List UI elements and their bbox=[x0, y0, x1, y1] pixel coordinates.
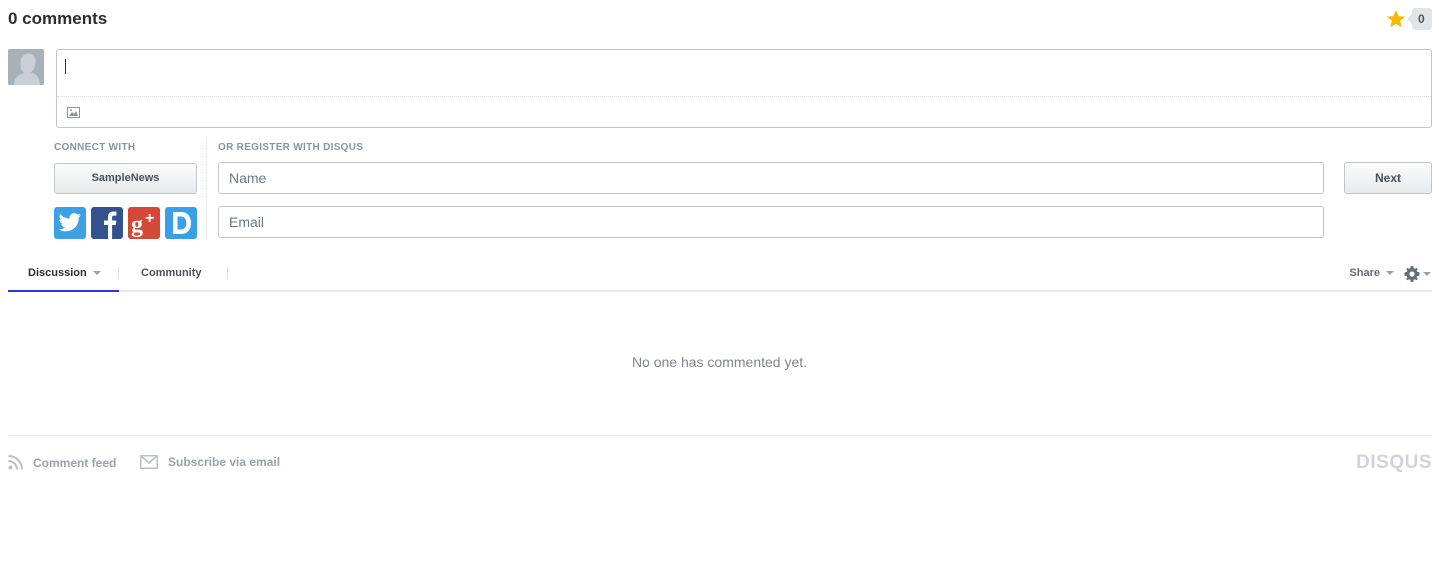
share-menu[interactable]: Share bbox=[1349, 256, 1394, 290]
tab-separator bbox=[227, 267, 228, 279]
name-field[interactable] bbox=[218, 162, 1324, 194]
share-label: Share bbox=[1349, 267, 1380, 279]
tab-discussion[interactable]: Discussion bbox=[8, 256, 119, 292]
user-avatar bbox=[8, 49, 44, 85]
empty-thread-message: No one has commented yet. bbox=[631, 354, 808, 370]
comment-textarea[interactable] bbox=[57, 50, 1431, 96]
thread-nav: Discussion Community Share bbox=[8, 256, 1432, 292]
comment-count: 0 comments bbox=[8, 9, 108, 28]
twitter-icon bbox=[58, 213, 81, 232]
subscribe-email-label: Subscribe via email bbox=[168, 455, 281, 469]
tab-separator bbox=[118, 267, 119, 279]
star-icon[interactable] bbox=[1386, 9, 1406, 29]
envelope-icon bbox=[140, 455, 158, 469]
gear-icon bbox=[1404, 266, 1420, 282]
section-divider bbox=[206, 141, 207, 240]
disqus-logo[interactable]: DISQUS bbox=[1356, 452, 1432, 474]
text-caret bbox=[65, 59, 66, 74]
chevron-down-icon bbox=[1423, 272, 1431, 276]
email-field[interactable] bbox=[218, 206, 1324, 238]
register-label: OR REGISTER WITH DISQUS bbox=[218, 142, 364, 153]
chevron-down-icon bbox=[1386, 271, 1394, 276]
disqus-icon bbox=[173, 212, 191, 234]
svg-text:+: + bbox=[145, 210, 154, 227]
chevron-down-icon bbox=[92, 271, 101, 276]
subscribe-email-link[interactable]: Subscribe via email bbox=[140, 455, 280, 469]
comment-feed-label: Comment feed bbox=[33, 455, 117, 470]
recommend-count: 0 bbox=[1407, 8, 1432, 30]
comment-feed-link[interactable]: Comment feed bbox=[8, 455, 116, 470]
facebook-login-button[interactable] bbox=[91, 207, 123, 239]
tab-discussion-label: Discussion bbox=[28, 267, 87, 279]
twitter-login-button[interactable] bbox=[54, 207, 86, 239]
footer-divider bbox=[8, 435, 1432, 436]
editor-toolbar bbox=[57, 96, 1431, 127]
connect-with-label: CONNECT WITH bbox=[54, 142, 136, 153]
tab-community[interactable]: Community bbox=[141, 256, 202, 292]
image-icon[interactable] bbox=[67, 107, 80, 118]
facebook-icon bbox=[104, 211, 117, 239]
settings-menu[interactable] bbox=[1404, 266, 1432, 282]
comment-editor[interactable] bbox=[56, 49, 1432, 128]
google-plus-login-button[interactable]: g + bbox=[128, 207, 160, 239]
thread-header: 0 comments 0 bbox=[8, 8, 1432, 30]
rss-icon bbox=[8, 455, 23, 470]
disqus-login-button[interactable] bbox=[165, 207, 197, 239]
svg-text:g: g bbox=[131, 212, 143, 238]
google-plus-icon: g + bbox=[131, 210, 154, 238]
avatar-silhouette-icon bbox=[8, 49, 44, 85]
samplenews-login-button[interactable]: SampleNews bbox=[54, 163, 197, 194]
recommend-button[interactable]: 0 bbox=[1386, 8, 1432, 30]
next-button[interactable]: Next bbox=[1344, 162, 1432, 194]
